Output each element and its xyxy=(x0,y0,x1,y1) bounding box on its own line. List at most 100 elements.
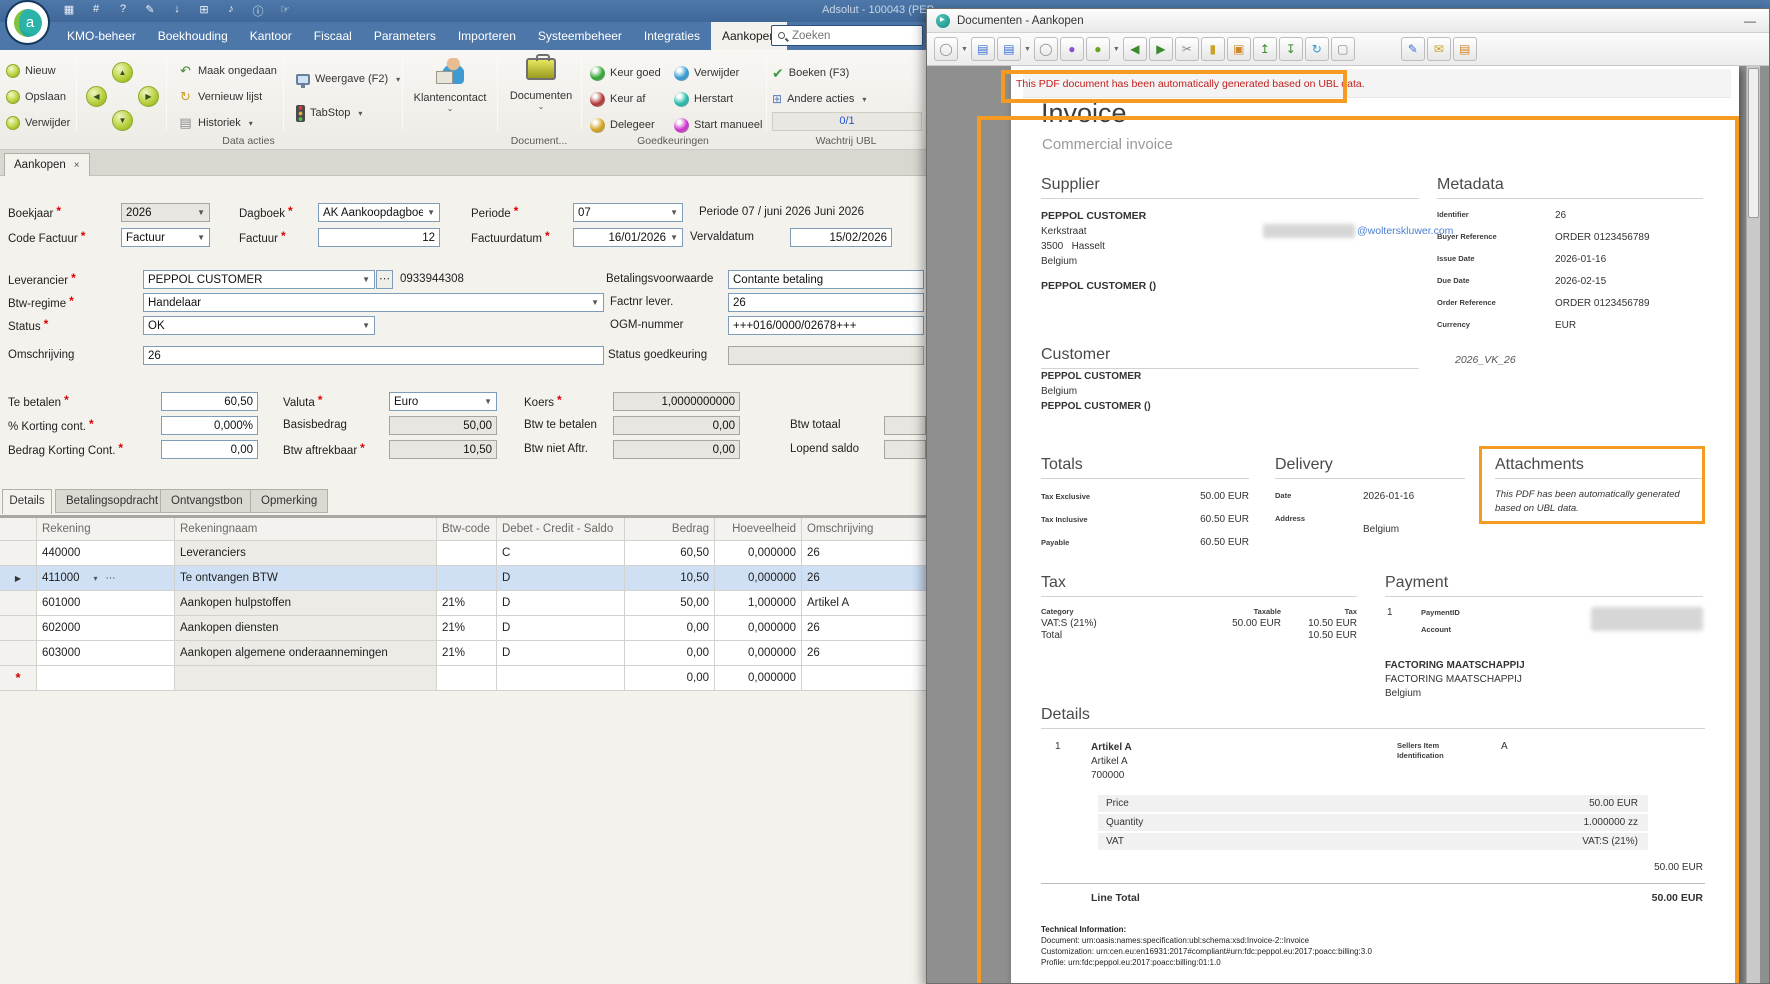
bell-icon[interactable]: ♪ xyxy=(224,3,238,19)
sign-button[interactable]: ✎ xyxy=(1401,37,1425,61)
pdf-scrollbar[interactable] xyxy=(1746,66,1760,983)
opslaan-button[interactable]: Opslaan xyxy=(6,86,66,108)
table-row-new[interactable]: 0,00 0,000000 xyxy=(0,666,960,691)
table-row[interactable]: 603000 Aankopen algemene onderaanneminge… xyxy=(0,641,960,666)
betalingsvoorwaarde-input[interactable]: Contante betaling xyxy=(728,270,924,289)
leverancier-lookup-button[interactable]: ⋯ xyxy=(376,270,393,289)
view-pdf-button[interactable]: ● xyxy=(1086,37,1110,61)
table-row[interactable]: 601000 Aankopen hulpstoffen 21% D 50,00 … xyxy=(0,591,960,616)
nav-next-button[interactable]: ▶ xyxy=(138,86,159,107)
info-icon[interactable]: ⓘ xyxy=(251,3,265,19)
valuta-select[interactable]: Euro▼ xyxy=(389,392,497,411)
menu-importeren[interactable]: Importeren xyxy=(447,22,527,50)
nieuw-button[interactable]: Nieuw xyxy=(6,60,56,82)
account-lookup-icon[interactable] xyxy=(106,566,116,591)
keur-goed-button[interactable]: Keur goed xyxy=(590,62,661,84)
code-icon[interactable]: # xyxy=(89,3,103,19)
boeken-button[interactable]: ✔Boeken (F3) xyxy=(772,62,849,84)
weergave-button[interactable]: Weergave (F2) xyxy=(296,68,400,90)
pointer-icon[interactable]: ☞ xyxy=(278,3,292,19)
import-button[interactable]: ↧ xyxy=(1279,37,1303,61)
docwin-titlebar[interactable]: Documenten - Aankopen — xyxy=(927,9,1769,33)
tab-aankopen[interactable]: Aankopen × xyxy=(4,153,90,176)
search-input[interactable] xyxy=(790,29,916,43)
tab-ontvangstbon[interactable]: Ontvangstbon xyxy=(160,489,254,513)
email-button[interactable]: ✉ xyxy=(1427,37,1451,61)
minimize-button[interactable]: — xyxy=(1740,14,1760,28)
historiek-button[interactable]: ▤Historiek xyxy=(178,112,253,134)
menu-fiscaal[interactable]: Fiscaal xyxy=(303,22,363,50)
tab-details[interactable]: Details xyxy=(2,489,52,514)
klantencontact-button[interactable]: Klantencontact ⌄ xyxy=(408,58,492,113)
menu-boekhouding[interactable]: Boekhouding xyxy=(147,22,239,50)
download-icon[interactable]: ↓ xyxy=(170,3,184,19)
te-betalen-input[interactable]: 60,50 xyxy=(161,392,258,411)
delete-button[interactable]: ◯ xyxy=(1034,37,1058,61)
chevron-down-icon[interactable]: ▼ xyxy=(1024,46,1031,53)
periode-select[interactable]: 07▼ xyxy=(573,203,683,222)
documenten-button[interactable]: Documenten ⌄ xyxy=(502,58,580,111)
delegeer-button[interactable]: Delegeer xyxy=(590,114,655,136)
factnr-input[interactable]: 26 xyxy=(728,293,924,312)
status-select[interactable]: OK▼ xyxy=(143,316,375,335)
save-button[interactable]: ▤ xyxy=(971,37,995,61)
nav-first-button[interactable]: ▲ xyxy=(112,62,133,83)
col-hoeveelheid[interactable]: Hoeveelheid xyxy=(715,518,802,541)
menu-parameters[interactable]: Parameters xyxy=(363,22,447,50)
add-window-icon[interactable]: ⊞ xyxy=(197,3,211,19)
table-row[interactable]: 440000 Leveranciers C 60,50 0,000000 26 xyxy=(0,541,960,566)
page-button[interactable]: ▢ xyxy=(1331,37,1355,61)
help-icon[interactable]: ? xyxy=(116,3,130,19)
keur-af-button[interactable]: Keur af xyxy=(590,88,645,110)
tabstop-button[interactable]: TabStop xyxy=(296,102,362,124)
glue-button[interactable]: ▮ xyxy=(1201,37,1225,61)
save-all-button[interactable]: ▤ xyxy=(997,37,1021,61)
nav-last-button[interactable]: ▼ xyxy=(112,110,133,131)
factuur-input[interactable]: 12 xyxy=(318,228,440,247)
note-button[interactable]: ▤ xyxy=(1453,37,1477,61)
view-ubl-button[interactable]: ● xyxy=(1060,37,1084,61)
paste-button[interactable]: ▣ xyxy=(1227,37,1251,61)
bedrag-korting-input[interactable]: 0,00 xyxy=(161,440,258,459)
close-tab-icon[interactable]: × xyxy=(74,160,80,171)
chevron-down-icon[interactable]: ▼ xyxy=(961,46,968,53)
menu-kantoor[interactable]: Kantoor xyxy=(239,22,303,50)
forward-button[interactable]: ▶ xyxy=(1149,37,1173,61)
btw-regime-select[interactable]: Handelaar▼ xyxy=(143,293,604,312)
menu-kmo-beheer[interactable]: KMO-beheer xyxy=(56,22,147,50)
ogm-input[interactable]: +++016/0000/02678+++ xyxy=(728,316,924,335)
col-debet-credit-saldo[interactable]: Debet - Credit - Saldo xyxy=(497,518,625,541)
table-row[interactable]: 602000 Aankopen diensten 21% D 0,00 0,00… xyxy=(0,616,960,641)
leverancier-combo[interactable]: PEPPOL CUSTOMER▼ xyxy=(143,270,375,289)
col-rekeningnaam[interactable]: Rekeningnaam xyxy=(175,518,437,541)
export-button[interactable]: ↥ xyxy=(1253,37,1277,61)
refresh-button[interactable]: ↻ xyxy=(1305,37,1329,61)
herstart-button[interactable]: Herstart xyxy=(674,88,733,110)
vervaldatum-input[interactable]: 15/02/2026 xyxy=(790,228,892,247)
table-row-selected[interactable]: 411000 Te ontvangen BTW D 10,50 0,000000… xyxy=(0,566,960,591)
dagboek-select[interactable]: AK Aankoopdagboek▼ xyxy=(318,203,440,222)
omschrijving-input[interactable]: 26 xyxy=(143,346,604,365)
verwijder-goedkeuring-button[interactable]: Verwijder xyxy=(674,62,739,84)
open-button[interactable]: ◯ xyxy=(934,37,958,61)
verwijder-button[interactable]: Verwijder xyxy=(6,112,70,134)
tab-betalingsopdracht[interactable]: Betalingsopdracht xyxy=(55,489,169,513)
cut-button[interactable]: ✂ xyxy=(1175,37,1199,61)
col-rekening[interactable]: Rekening xyxy=(37,518,175,541)
boekjaar-select[interactable]: 2026▼ xyxy=(121,203,210,222)
account-dropdown-icon[interactable] xyxy=(94,566,98,591)
start-manueel-button[interactable]: Start manueel xyxy=(674,114,762,136)
search-box[interactable] xyxy=(771,25,923,46)
factuurdatum-input[interactable]: 16/01/2026▼ xyxy=(573,228,683,247)
vernieuw-lijst-button[interactable]: ↻Vernieuw lijst xyxy=(178,86,262,108)
code-factuur-select[interactable]: Factuur▼ xyxy=(121,228,210,247)
back-button[interactable]: ◀ xyxy=(1123,37,1147,61)
korting-pct-input[interactable]: 0,000% xyxy=(161,416,258,435)
maak-ongedaan-button[interactable]: ↶Maak ongedaan xyxy=(178,60,277,82)
calculator-icon[interactable]: ▦ xyxy=(62,3,76,19)
nav-prev-button[interactable]: ◀ xyxy=(86,86,107,107)
col-btw-code[interactable]: Btw-code xyxy=(437,518,497,541)
menu-integraties[interactable]: Integraties xyxy=(633,22,711,50)
andere-acties-button[interactable]: ⊞Andere acties xyxy=(772,88,866,110)
col-bedrag[interactable]: Bedrag xyxy=(625,518,715,541)
